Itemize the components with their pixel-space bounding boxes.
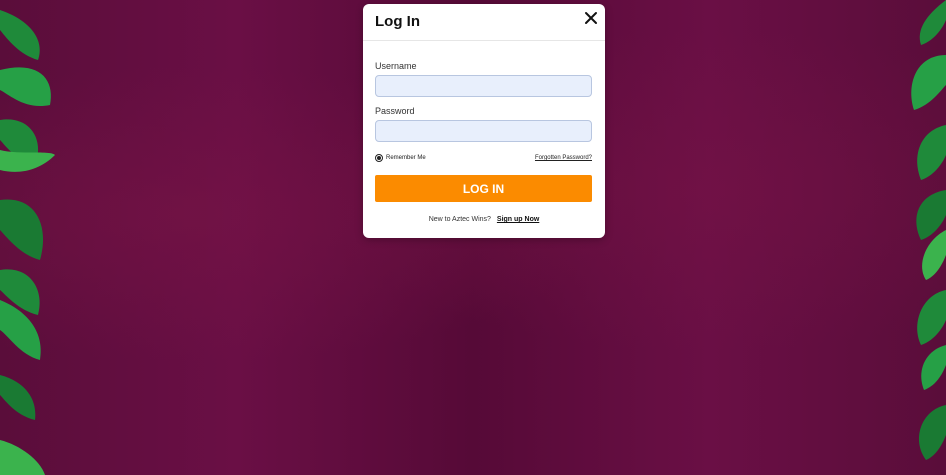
jungle-leaves-right xyxy=(911,0,946,460)
modal-title: Log In xyxy=(375,13,420,30)
radio-selected-dot xyxy=(377,156,381,160)
login-button[interactable]: LOG IN xyxy=(375,175,592,202)
signup-prompt: New to Aztec Wins? xyxy=(428,216,491,223)
password-input[interactable] xyxy=(375,120,592,142)
signup-row: New to Aztec Wins? Sign up Now xyxy=(363,216,605,223)
login-modal: Log In Username Password Remember Me For… xyxy=(363,4,605,238)
jungle-leaves-left xyxy=(0,10,55,475)
password-label: Password xyxy=(375,106,415,116)
remember-me-label: Remember Me xyxy=(386,155,426,161)
remember-me-toggle[interactable]: Remember Me xyxy=(375,154,426,162)
close-icon[interactable] xyxy=(584,11,598,25)
forgot-password-link[interactable]: Forgotten Password? xyxy=(535,155,592,161)
username-input[interactable] xyxy=(375,75,592,97)
modal-header: Log In xyxy=(363,4,605,41)
remember-me-radio[interactable] xyxy=(375,154,383,162)
username-label: Username xyxy=(375,61,417,71)
signup-link[interactable]: Sign up Now xyxy=(497,216,539,223)
